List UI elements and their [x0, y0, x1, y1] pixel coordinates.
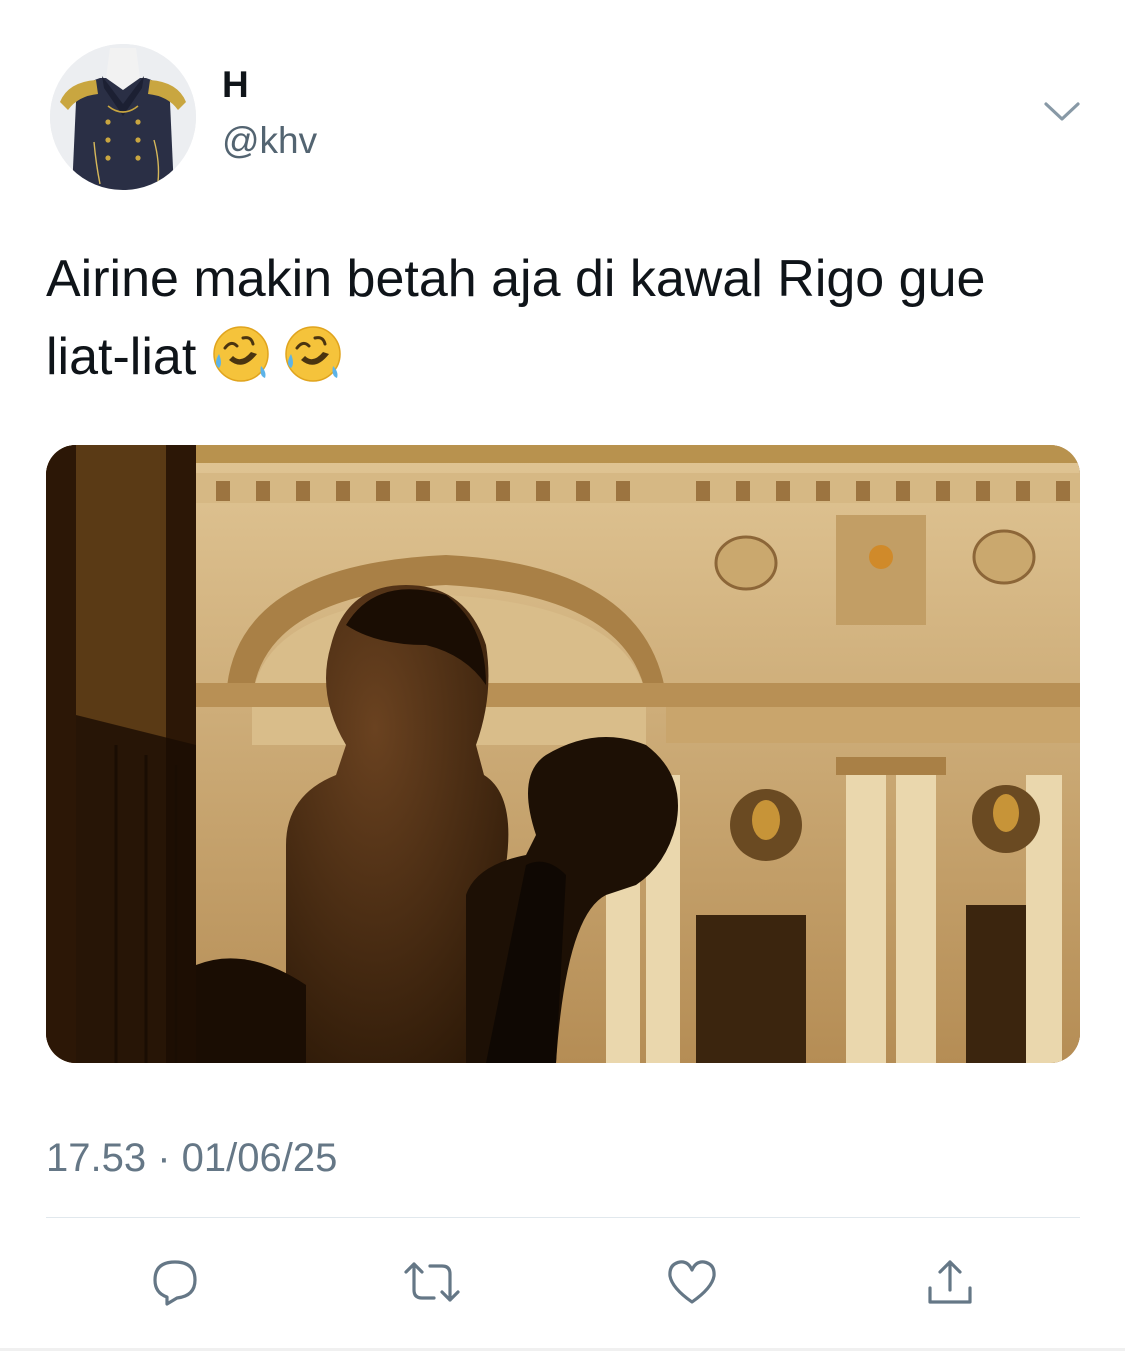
avatar-image	[50, 44, 196, 190]
tweet-text: Airine makin betah aja di kawal Rigo gue…	[46, 240, 1056, 396]
share-icon	[928, 1260, 972, 1304]
divider	[46, 1217, 1080, 1218]
share-button[interactable]	[920, 1252, 980, 1312]
tweet-timestamp[interactable]: 17.53 · 01/06/25	[46, 1136, 337, 1181]
like-button[interactable]	[662, 1252, 722, 1312]
tweet-media-image[interactable]	[46, 445, 1080, 1063]
display-name[interactable]: H	[222, 64, 249, 106]
retweet-icon	[404, 1262, 460, 1302]
avatar[interactable]	[50, 44, 196, 190]
tweet-body: Airine makin betah aja di kawal Rigo gue…	[46, 250, 1000, 386]
rolling-laughing-emoji-icon	[212, 326, 269, 382]
photo-opera-interior	[46, 445, 1080, 1063]
more-options-button[interactable]	[1040, 92, 1084, 132]
retweet-button[interactable]	[402, 1252, 462, 1312]
rolling-laughing-emoji-icon	[284, 326, 341, 382]
chevron-down-icon	[1044, 102, 1080, 121]
reply-icon	[153, 1260, 197, 1306]
like-icon	[668, 1260, 716, 1304]
reply-button[interactable]	[145, 1252, 205, 1312]
user-handle[interactable]: @khv	[222, 120, 317, 162]
